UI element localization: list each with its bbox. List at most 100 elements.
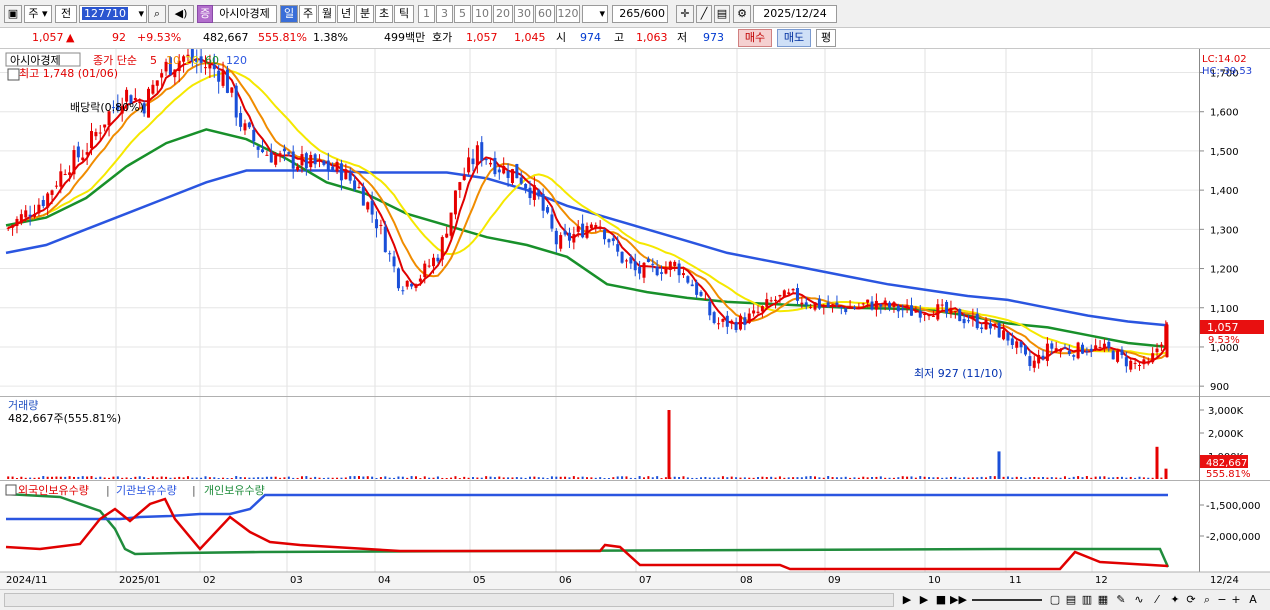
- volume-bar: [305, 476, 308, 479]
- volume-bar: [156, 477, 159, 479]
- volume-current-text: 482,667: [1206, 458, 1247, 469]
- volume-bar: [375, 478, 378, 479]
- bid-price: 1,045: [514, 31, 546, 44]
- period-type-button[interactable]: 전: [55, 5, 77, 23]
- crosshair-icon[interactable]: ✛: [676, 5, 694, 23]
- candle-body: [348, 172, 352, 181]
- zoom-search-icon[interactable]: ⌕: [1200, 592, 1214, 608]
- candle-body: [852, 307, 856, 309]
- tab-year[interactable]: 년: [337, 5, 355, 23]
- interval-custom-select[interactable]: ▾: [582, 5, 608, 23]
- volume-bar: [112, 476, 115, 479]
- chart-type-icon[interactable]: ▢: [1048, 592, 1062, 608]
- candle-body: [63, 174, 67, 176]
- candle-body: [1089, 348, 1093, 352]
- date-input[interactable]: 2025/12/24: [753, 5, 837, 23]
- candle-body: [1107, 341, 1111, 349]
- candle-body: [445, 233, 449, 238]
- candle-body: [296, 166, 300, 171]
- volume-bar: [362, 476, 365, 479]
- zoom-slider[interactable]: [972, 599, 1042, 601]
- candle-body: [1146, 362, 1150, 364]
- volume-bar: [37, 477, 40, 479]
- candle-body: [769, 300, 773, 302]
- volume-bar: [853, 477, 856, 479]
- volume-bar: [191, 477, 194, 479]
- count-field[interactable]: 265/600: [612, 5, 668, 23]
- candle-body: [414, 284, 418, 288]
- candle-body: [958, 309, 962, 322]
- interval-1[interactable]: 1: [418, 5, 435, 23]
- play-icon[interactable]: ▶: [916, 592, 932, 608]
- volume-tick-label: 3,000K: [1208, 406, 1244, 417]
- line-tool-icon[interactable]: ╱: [696, 5, 712, 23]
- ma60-legend: 60: [205, 54, 219, 67]
- ma120-legend: 120: [226, 54, 247, 67]
- candle-body: [861, 303, 865, 305]
- drawing-icon[interactable]: ✎: [1114, 592, 1128, 608]
- buy-button[interactable]: 매수: [738, 29, 772, 47]
- gear-icon[interactable]: ⚙: [733, 5, 751, 23]
- average-button[interactable]: 평: [816, 29, 836, 47]
- volume-bar: [1059, 477, 1062, 479]
- candle-body: [624, 260, 628, 262]
- volume-bar: [151, 476, 154, 479]
- interval-20[interactable]: 20: [493, 5, 513, 23]
- plus-icon[interactable]: +: [1230, 592, 1242, 608]
- interval-120[interactable]: 120: [556, 5, 580, 23]
- candle-body: [204, 67, 208, 69]
- volume-bar: [809, 476, 812, 479]
- market-select[interactable]: 주 ▾: [24, 5, 52, 23]
- tab-week[interactable]: 주: [299, 5, 317, 23]
- indicator-icon[interactable]: ▤: [1064, 592, 1078, 608]
- minus-icon[interactable]: −: [1216, 592, 1228, 608]
- compare-icon[interactable]: ▦: [1096, 592, 1110, 608]
- sell-button[interactable]: 매도: [777, 29, 811, 47]
- tab-day[interactable]: 일: [280, 5, 298, 23]
- candle-body: [388, 253, 392, 255]
- trend-icon[interactable]: ⁄: [1150, 592, 1164, 608]
- candle-body: [918, 310, 922, 318]
- horizontal-scrollbar[interactable]: [4, 593, 894, 607]
- volume-bar: [428, 477, 431, 479]
- candle-body: [813, 302, 817, 310]
- interval-10[interactable]: 10: [472, 5, 492, 23]
- volume-bar: [1020, 477, 1023, 479]
- volume-bar: [1042, 476, 1045, 479]
- speaker-icon[interactable]: ◀): [168, 5, 194, 23]
- candle-body: [576, 226, 580, 232]
- refresh-icon[interactable]: ⟳: [1184, 592, 1198, 608]
- stop-icon[interactable]: ■: [934, 592, 948, 608]
- pattern-icon[interactable]: ∿: [1132, 592, 1146, 608]
- fast-forward-icon[interactable]: ▶▶: [950, 592, 967, 608]
- candle-body: [370, 200, 374, 215]
- candle-body: [848, 307, 852, 309]
- candle-body: [585, 225, 589, 238]
- volume-bar: [366, 476, 369, 479]
- tab-month[interactable]: 월: [318, 5, 336, 23]
- candle-body: [940, 304, 944, 306]
- interval-60[interactable]: 60: [535, 5, 555, 23]
- stock-code-input[interactable]: 127710 ▾: [79, 5, 147, 23]
- candle-body: [15, 218, 19, 226]
- interval-30[interactable]: 30: [514, 5, 534, 23]
- chart-area[interactable]: 1,7001,6001,5001,4001,3001,2001,1001,000…: [0, 49, 1270, 589]
- search-icon[interactable]: ⌕: [148, 5, 166, 23]
- interval-3[interactable]: 3: [436, 5, 453, 23]
- settings-icon[interactable]: ✦: [1168, 592, 1182, 608]
- tab-second[interactable]: 초: [375, 5, 393, 23]
- save-icon[interactable]: ▤: [714, 5, 730, 23]
- tab-tick[interactable]: 틱: [394, 5, 414, 23]
- candle-body: [405, 280, 409, 287]
- interval-5[interactable]: 5: [454, 5, 471, 23]
- font-size-icon[interactable]: A: [1246, 592, 1260, 608]
- volume-bar: [441, 477, 444, 479]
- foreign-checkbox-icon[interactable]: [5, 484, 17, 496]
- calendar-icon[interactable]: [7, 68, 20, 81]
- candle-body: [541, 193, 545, 211]
- window-icon[interactable]: ▣: [4, 5, 22, 23]
- tab-minute[interactable]: 분: [356, 5, 374, 23]
- layout-icon[interactable]: ▥: [1080, 592, 1094, 608]
- volume-title: 거래량: [8, 399, 38, 412]
- prev-icon[interactable]: ▶: [900, 592, 914, 608]
